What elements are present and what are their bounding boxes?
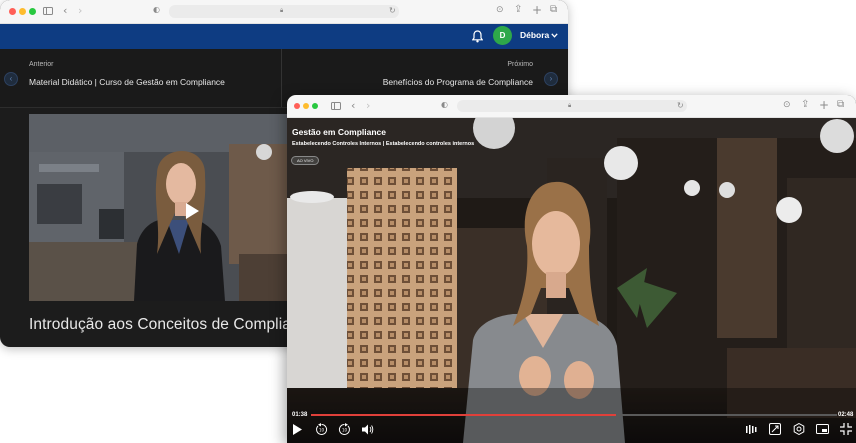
tab-overview-icon[interactable]: ⧉ [837,100,844,110]
course-title: Gestão em Compliance [292,127,387,137]
back-icon[interactable]: ‹ [351,100,355,111]
address-bar[interactable]: 🔒︎ ↻ [457,100,687,112]
browser-toolbar: ‹ › ◐ 🔒︎ ↻ ⊙ ⇪ + ⧉ [0,0,568,24]
reload-icon[interactable]: ↻ [389,7,396,15]
current-time: 01:38 [292,412,308,418]
svg-text:10: 10 [342,428,348,433]
zoom-window-button[interactable] [312,103,318,109]
bell-icon[interactable] [472,30,483,43]
top-navigation-bar: D Débora [0,24,568,49]
next-lesson-title: Benefícios do Programa de Compliance [382,77,533,87]
duration: 02:48 [838,412,854,418]
close-window-button[interactable] [9,8,16,15]
sidebar-icon[interactable] [43,7,53,15]
volume-icon[interactable] [362,424,374,435]
rewind-10-icon[interactable]: 10 [315,423,328,436]
play-icon[interactable] [293,424,302,435]
video-frame-illustration [287,118,856,443]
new-tab-icon[interactable]: + [819,99,829,111]
address-bar[interactable]: 🔒︎ ↻ [169,5,399,18]
picture-in-picture-icon[interactable] [816,424,829,434]
video-player-window: ‹ › ◐ 🔒︎ ↻ ⊙ ⇪ + ⧉ Gestão em Compliance … [287,95,856,443]
share-icon[interactable]: ⇪ [514,5,522,15]
previous-lesson-title: Material Didático | Curso de Gestão em C… [29,77,225,87]
lesson-video-thumbnail[interactable] [29,114,289,301]
lock-icon: 🔒︎ [568,102,572,109]
back-icon[interactable]: ‹ [63,5,67,16]
privacy-shield-icon[interactable]: ◐ [153,6,160,14]
settings-icon[interactable] [793,423,805,435]
minimize-window-button[interactable] [303,103,309,109]
user-name[interactable]: Débora [520,30,549,40]
next-lesson-arrow-icon[interactable]: › [544,72,558,86]
reload-icon[interactable]: ↻ [677,102,684,110]
svg-text:10: 10 [319,428,325,433]
minimize-window-button[interactable] [19,8,26,15]
video-frame-illustration [29,114,289,301]
lock-icon: 🔒︎ [280,7,284,14]
user-avatar[interactable]: D [493,26,512,45]
next-label: Próximo [507,61,533,68]
sidebar-icon[interactable] [331,102,341,110]
browser-toolbar: ‹ › ◐ 🔒︎ ↻ ⊙ ⇪ + ⧉ [287,95,856,118]
progress-fill [311,414,617,416]
new-tab-icon[interactable]: + [532,4,542,16]
previous-lesson-link[interactable]: Anterior Material Didático | Curso de Ge… [0,49,281,107]
zoom-window-button[interactable] [29,8,36,15]
previous-label: Anterior [29,61,54,68]
share-icon[interactable]: ⇪ [801,100,809,110]
privacy-shield-icon[interactable]: ◐ [441,101,448,109]
download-icon[interactable]: ⊙ [783,101,791,110]
expand-icon[interactable] [769,423,781,435]
lesson-title: Introdução aos Conceitos de Compliance [29,316,317,333]
playback-speed-icon[interactable] [746,425,758,434]
forward-icon[interactable]: › [78,5,82,16]
close-window-button[interactable] [294,103,300,109]
download-icon[interactable]: ⊙ [496,6,504,15]
forward-icon[interactable]: › [366,100,370,111]
chevron-down-icon[interactable] [551,33,558,38]
video-player[interactable]: Gestão em Compliance Estabelecendo Contr… [287,118,856,443]
forward-10-icon[interactable]: 10 [338,423,351,436]
lesson-subtitle: Estabelecendo Controles Internos | Estab… [292,141,475,147]
progress-bar[interactable] [311,414,837,416]
tab-overview-icon[interactable]: ⧉ [550,5,557,15]
status-badge: AO VIVO [291,156,320,165]
exit-fullscreen-icon[interactable] [840,423,852,435]
